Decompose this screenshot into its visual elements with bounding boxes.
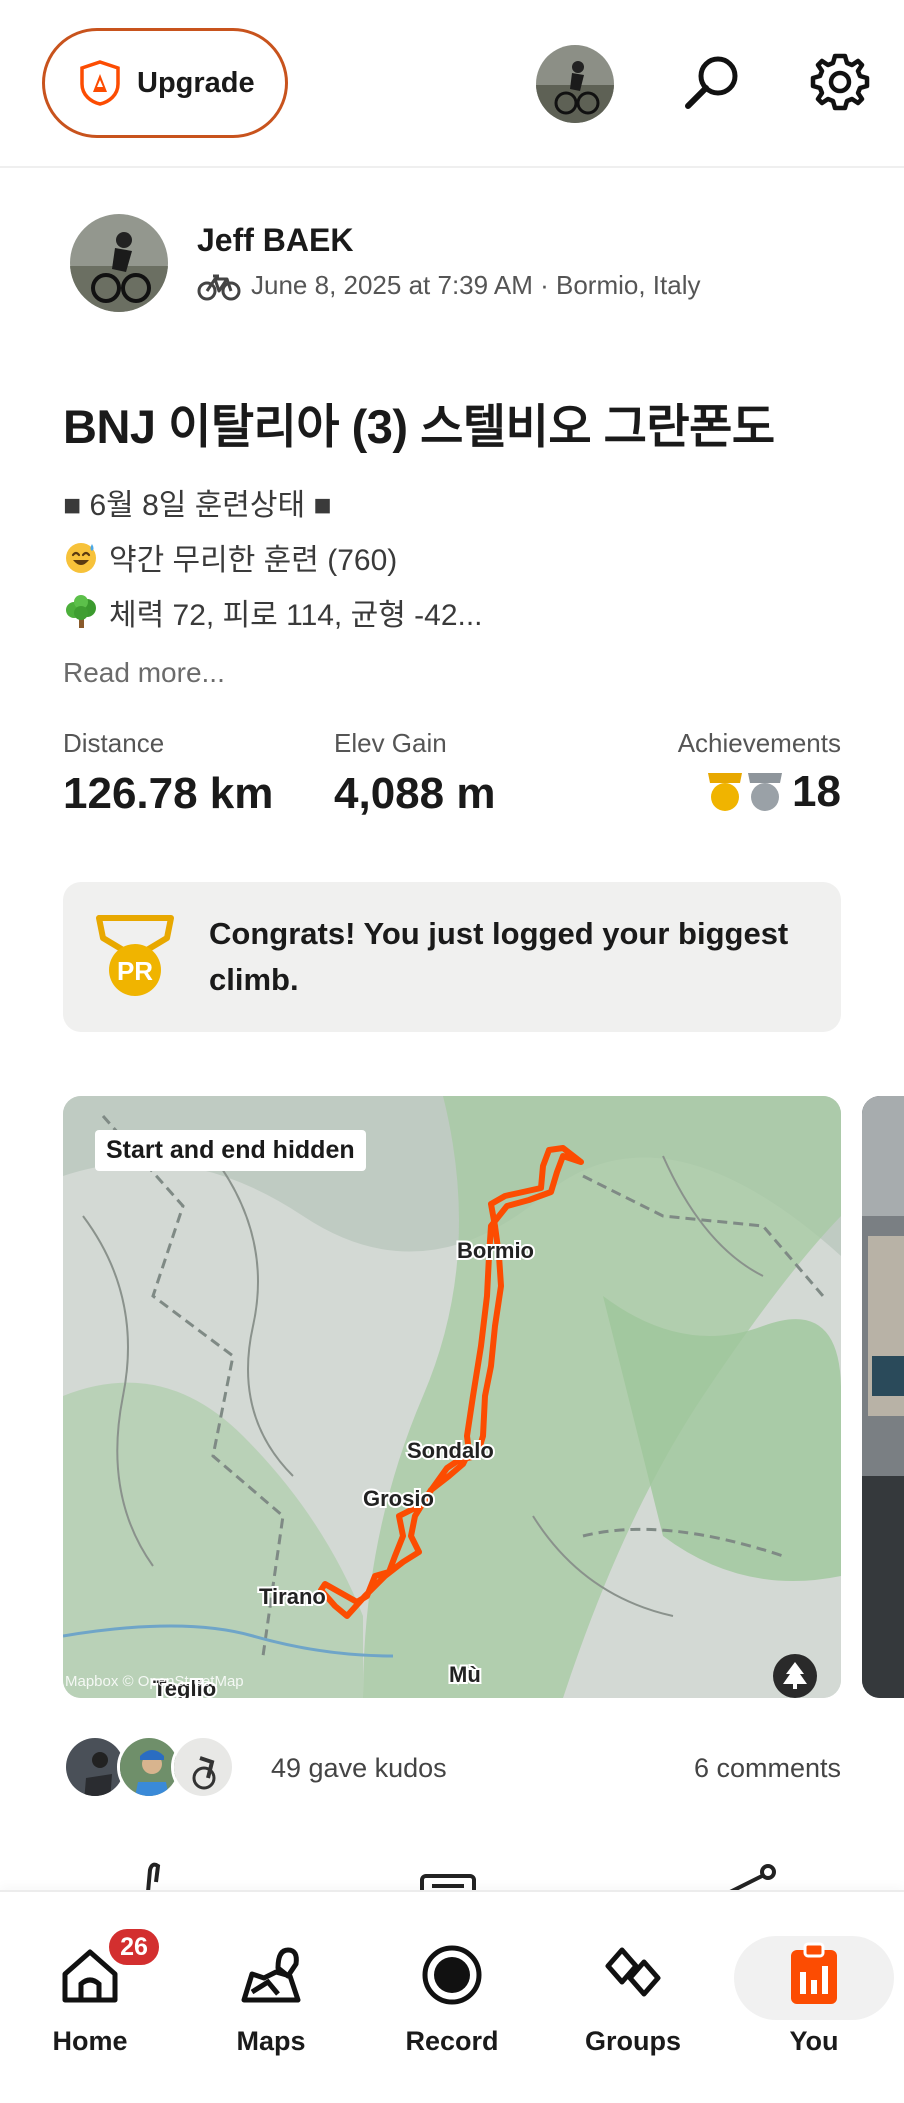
athlete-avatar[interactable] bbox=[70, 214, 168, 312]
achievements-stat[interactable]: Achievements 18 bbox=[678, 728, 841, 817]
you-icon bbox=[791, 1942, 837, 2004]
description-line: 체력 72, 피로 114, 균형 -42... bbox=[63, 590, 483, 634]
tab-home-label: Home bbox=[52, 2026, 128, 2056]
read-more-link[interactable]: Read more... bbox=[63, 657, 225, 689]
congrats-text: Congrats! You just logged your biggest c… bbox=[209, 916, 789, 997]
kudos-count[interactable]: 49 gave kudos bbox=[271, 1753, 447, 1784]
athlete-name[interactable]: Jeff BAEK bbox=[197, 222, 353, 259]
map-attribution: Mapbox © OpenStreetMap bbox=[65, 1673, 244, 1690]
route-map[interactable]: Bormio Sondalo Grosio Tirano Teglio Mù M… bbox=[63, 1096, 841, 1698]
tree-icon bbox=[773, 1654, 817, 1698]
place-sondalo: Sondalo bbox=[407, 1438, 494, 1463]
notification-badge: 26 bbox=[106, 1926, 162, 1968]
activity-title[interactable]: BNJ 이탈리아 (3) 스텔비오 그란폰도 bbox=[63, 388, 775, 457]
sweat-smile-emoji bbox=[66, 543, 96, 573]
profile-avatar[interactable] bbox=[536, 45, 614, 123]
share-icon[interactable] bbox=[716, 1862, 786, 1892]
kudos-avatar bbox=[171, 1735, 235, 1799]
tab-you-label: You bbox=[789, 2026, 839, 2056]
achievements-value: 18 bbox=[792, 767, 841, 816]
place-grosio: Grosio bbox=[363, 1486, 434, 1511]
tab-you[interactable]: You bbox=[724, 1892, 904, 2103]
privacy-label: Start and end hidden bbox=[95, 1130, 366, 1171]
tab-groups-label: Groups bbox=[584, 2026, 681, 2056]
tab-maps[interactable]: Maps bbox=[181, 1892, 361, 2103]
maps-icon bbox=[241, 1947, 301, 2003]
description-line: ■ 6월 8일 훈련상태 ■ bbox=[63, 489, 332, 522]
elev-gain-value: 4,088 m bbox=[334, 769, 496, 818]
congrats-banner: PR Congrats! You just logged your bigges… bbox=[63, 882, 841, 1032]
distance-stat: Distance 126.78 km bbox=[63, 728, 273, 819]
top-bar: Upgrade bbox=[0, 0, 904, 168]
search-icon[interactable] bbox=[680, 50, 744, 114]
activity-meta: June 8, 2025 at 7:39 AM · Bormio, Italy bbox=[197, 270, 700, 301]
tab-record-label: Record bbox=[405, 2026, 499, 2056]
activity-meta-text: June 8, 2025 at 7:39 AM · Bormio, Italy bbox=[251, 270, 701, 300]
comment-icon[interactable] bbox=[416, 1862, 486, 1892]
achievements-label: Achievements bbox=[677, 728, 841, 758]
tab-groups[interactable]: Groups bbox=[543, 1892, 723, 2103]
tab-maps-label: Maps bbox=[236, 2026, 306, 2056]
comments-count[interactable]: 6 comments bbox=[694, 1753, 841, 1784]
place-bormio: Bormio bbox=[457, 1238, 534, 1263]
upgrade-shield-icon bbox=[80, 60, 120, 106]
elev-gain-label: Elev Gain bbox=[334, 728, 447, 758]
record-icon bbox=[422, 1945, 482, 2005]
kudos-thumb-icon[interactable] bbox=[118, 1862, 188, 1892]
bike-icon bbox=[197, 274, 241, 300]
activity-photo-peek[interactable] bbox=[862, 1096, 904, 1698]
map-canvas: Bormio Sondalo Grosio Tirano Teglio Mù M… bbox=[63, 1096, 841, 1698]
elev-gain-stat: Elev Gain 4,088 m bbox=[334, 728, 495, 819]
tab-home[interactable]: Home 26 bbox=[0, 1892, 180, 2103]
kudos-row[interactable]: 49 gave kudos 6 comments bbox=[63, 1733, 841, 1803]
pr-medal-icon: PR bbox=[96, 915, 174, 996]
svg-text:PR: PR bbox=[117, 956, 153, 986]
bottom-tab-bar: Home 26 Maps Record Groups You bbox=[0, 1890, 904, 2103]
description-line: 약간 무리한 훈련 (760) bbox=[63, 535, 397, 579]
groups-icon bbox=[605, 1947, 661, 1997]
place-tirano: Tirano bbox=[259, 1584, 326, 1609]
upgrade-button[interactable]: Upgrade bbox=[42, 28, 288, 138]
distance-label: Distance bbox=[63, 728, 165, 758]
tab-record[interactable]: Record bbox=[362, 1892, 542, 2103]
upgrade-label: Upgrade bbox=[137, 66, 255, 99]
tree-emoji bbox=[66, 595, 96, 628]
distance-value: 126.78 km bbox=[63, 769, 274, 818]
medal-icons bbox=[708, 773, 783, 811]
gear-icon[interactable] bbox=[808, 50, 872, 114]
place-mu: Mù bbox=[449, 1662, 481, 1687]
